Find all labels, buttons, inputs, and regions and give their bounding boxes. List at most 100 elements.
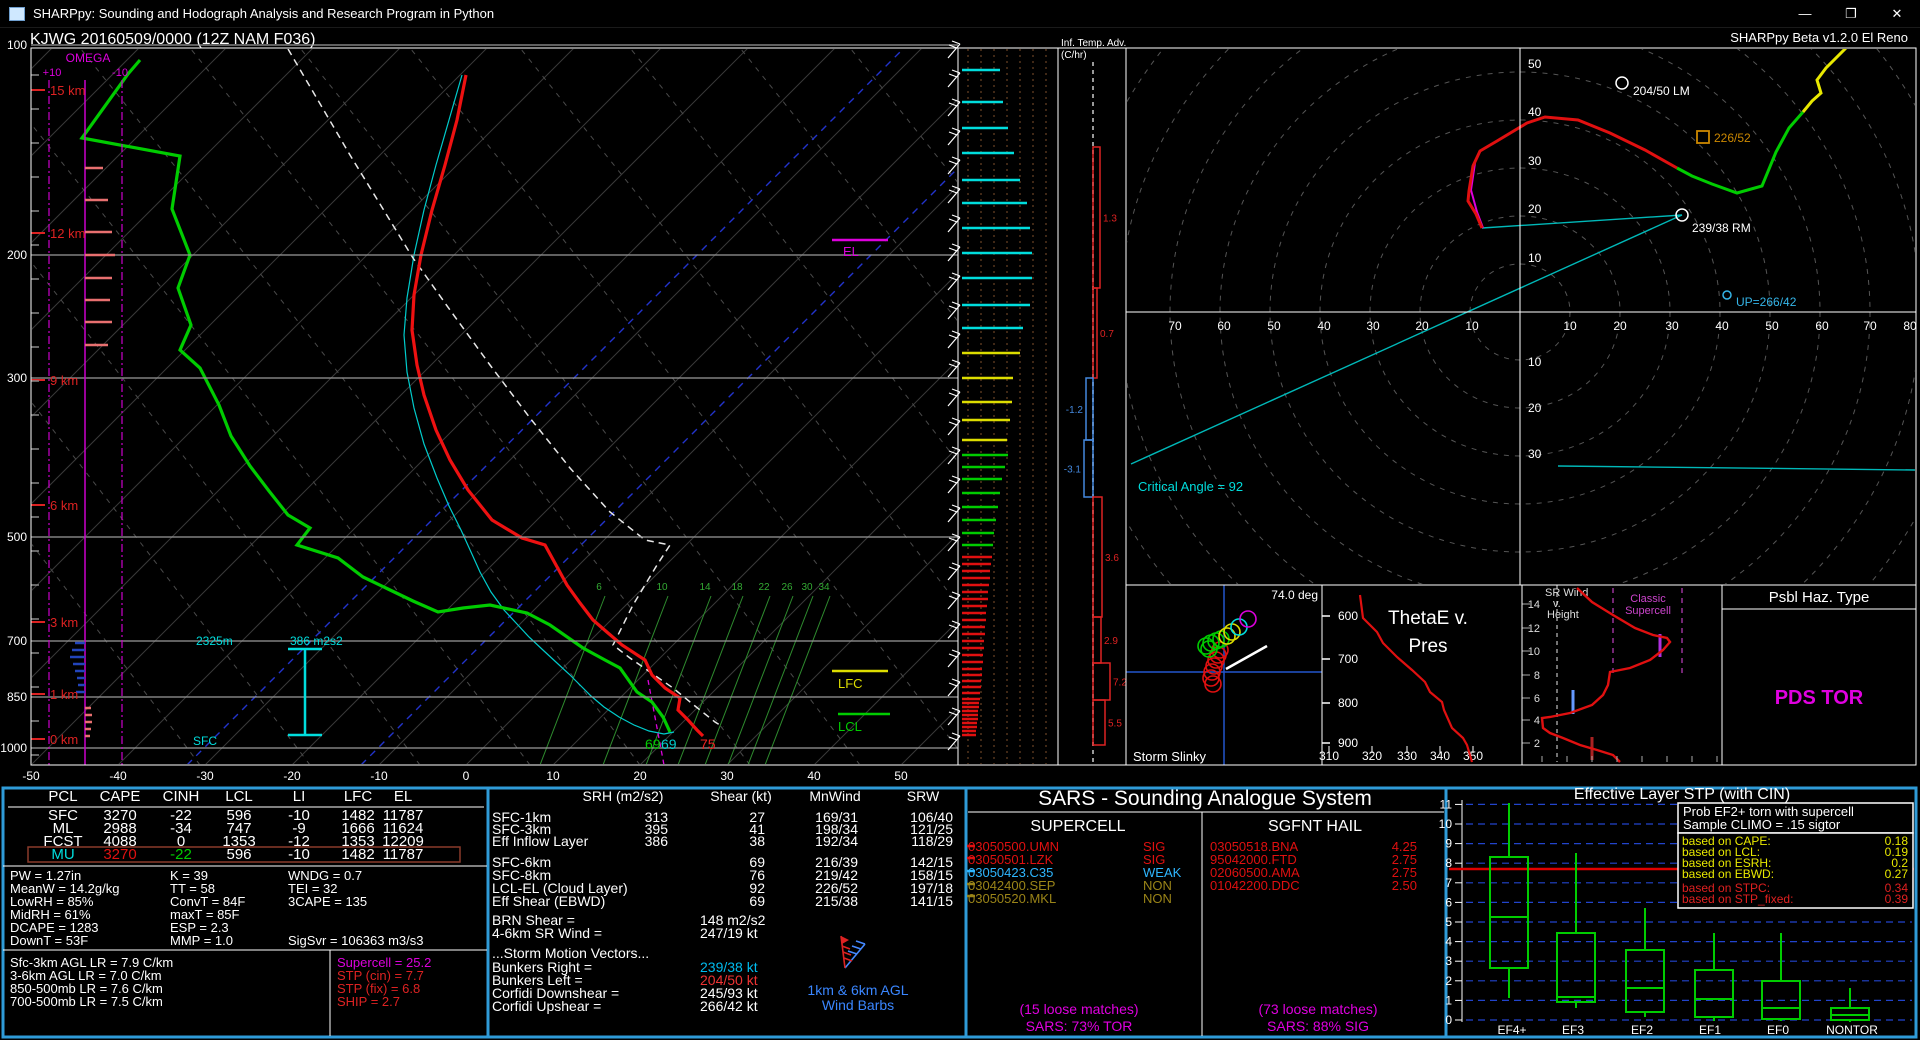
svg-text:12: 12 [1528,623,1540,635]
main-plot: KJWG 20160509/0000 (12Z NAM F036)SHARPpy… [0,27,1920,1040]
svg-text:2.9: 2.9 [1104,636,1118,647]
svg-text:0.7: 0.7 [1100,329,1114,340]
svg-text:4: 4 [1445,935,1452,949]
svg-text:60: 60 [1815,319,1829,333]
svg-text:Storm Slinky: Storm Slinky [1133,749,1206,764]
svg-text:40: 40 [1317,319,1331,333]
skewt-clipped: 610141822263034 [0,48,1920,765]
svg-text:100: 100 [7,38,27,52]
svg-text:-3.1: -3.1 [1064,465,1082,476]
svg-text:DownT = 53F: DownT = 53F [10,933,88,948]
svg-text:-10: -10 [288,846,310,863]
svg-text:Psbl Haz. Type: Psbl Haz. Type [1769,589,1870,606]
svg-text:5: 5 [1445,915,1452,929]
svg-text:6 km: 6 km [50,498,78,513]
svg-text:Shear (kt): Shear (kt) [710,788,771,804]
stp-box-NONTOR: NONTOR [1826,988,1878,1037]
svg-text:EL: EL [843,244,859,259]
svg-text:MU: MU [51,846,74,863]
svg-text:500: 500 [7,530,27,544]
svg-text:60: 60 [1217,319,1231,333]
svg-text:SHARPpy Beta v1.2.0 El Reno: SHARPpy Beta v1.2.0 El Reno [1730,30,1908,45]
sars-supercell-match[interactable]: 03050520.MKLNON [968,891,1172,906]
svg-text:01042200.DDC: 01042200.DDC [1210,878,1300,893]
thetae-panel[interactable]: 600700800900310320330340350ThetaE v.Pres [1319,585,1522,765]
svg-text:10: 10 [1465,319,1479,333]
svg-text:10: 10 [1528,646,1540,658]
hodograph-panel[interactable]: 7060504030201010203040506070805040302010… [1070,27,1920,744]
svg-text:22: 22 [758,582,770,593]
stp-box-EF0: EF0 [1762,933,1800,1037]
app-icon [9,7,25,21]
svg-text:SARS: 73% TOR: SARS: 73% TOR [1026,1018,1133,1034]
svg-text:4: 4 [1534,715,1540,727]
svg-text:239/38 RM: 239/38 RM [1692,221,1751,235]
svg-text:700: 700 [7,634,27,648]
svg-text:PCL: PCL [48,788,77,805]
svg-text:30: 30 [1366,319,1380,333]
svg-text:596: 596 [226,846,251,863]
svg-text:SHIP = 2.7: SHIP = 2.7 [337,994,400,1009]
svg-text:Height: Height [1547,609,1579,621]
svg-text:10: 10 [546,769,560,783]
svg-text:0: 0 [1445,1013,1452,1027]
svg-text:2325m: 2325m [196,634,233,648]
parcel-row-MU[interactable]: MU3270-22596-10148211787 [28,846,460,863]
svg-text:6: 6 [596,582,602,593]
svg-text:LCL: LCL [838,719,862,734]
svg-text:12 km: 12 km [50,226,85,241]
svg-text:LCL: LCL [225,788,253,805]
svg-text:40: 40 [807,769,821,783]
svg-text:4-6km SR Wind =: 4-6km SR Wind = [492,925,602,941]
svg-text:69: 69 [661,736,677,752]
svg-text:11: 11 [1440,797,1453,811]
svg-text:MMP = 1.0: MMP = 1.0 [170,933,233,948]
svg-text:SRH (m2/s2): SRH (m2/s2) [583,788,664,804]
svg-text:2: 2 [1445,974,1452,988]
svg-text:(15 loose matches): (15 loose matches) [1019,1001,1138,1017]
hazard-panel: Psbl Haz. TypePDS TOR [1722,585,1916,765]
svg-text:SARS: 88% SIG: SARS: 88% SIG [1267,1018,1369,1034]
storm-slinky-panel[interactable]: 74.0 degStorm Slinky [1126,585,1322,765]
svg-text:118/29: 118/29 [911,833,953,849]
svg-text:900: 900 [1338,736,1358,750]
svg-text:EF2: EF2 [1631,1023,1653,1037]
svg-text:3.6: 3.6 [1105,553,1119,564]
svg-text:2: 2 [1534,738,1540,750]
svg-text:9 km: 9 km [50,373,78,388]
hodograph-clipped [1070,27,1920,744]
svg-text:700: 700 [1338,652,1358,666]
svg-text:7.2: 7.2 [1113,678,1127,689]
svg-text:14: 14 [699,582,711,593]
maximize-button[interactable]: ❐ [1828,0,1874,27]
srwind-panel[interactable]: 1412108642SR Windv.HeightClassicSupercel… [1522,585,1722,765]
svg-text:Inf. Temp. Adv.: Inf. Temp. Adv. [1061,38,1126,49]
stp-box-EF3: EF3 [1557,853,1595,1037]
close-button[interactable]: ✕ [1874,0,1920,27]
minimize-button[interactable]: — [1782,0,1828,27]
svg-text:50: 50 [1267,319,1281,333]
svg-text:SARS - Sounding Analogue Syste: SARS - Sounding Analogue System [1038,787,1372,810]
svg-text:10: 10 [656,582,668,593]
svg-text:SFC: SFC [193,734,217,748]
svg-text:Pres: Pres [1408,636,1447,657]
svg-text:50: 50 [1765,319,1779,333]
svg-text:1000: 1000 [0,741,27,755]
svg-text:based on STP_fixed:: based on STP_fixed: [1682,892,1793,906]
svg-text:50: 50 [894,769,908,783]
svg-text:OMEGA: OMEGA [66,51,111,65]
svg-text:1.3: 1.3 [1103,214,1117,225]
svg-text:UP=266/42: UP=266/42 [1736,295,1797,309]
svg-text:ThetaE v.: ThetaE v. [1388,608,1468,629]
sars-hail-match[interactable]: 01042200.DDC2.50 [1210,878,1417,893]
sharppy-window: SHARPpy: Sounding and Hodograph Analysis… [0,0,1920,1040]
svg-text:0 km: 0 km [50,732,78,747]
svg-text:SGFNT HAIL: SGFNT HAIL [1268,818,1362,835]
svg-text:7: 7 [1445,876,1452,890]
skewt-panel[interactable]: 6101418222630341002003005007008501000-50… [0,38,1920,783]
svg-text:26: 26 [781,582,793,593]
svg-text:80: 80 [1903,319,1917,333]
svg-text:-10: -10 [112,67,128,79]
svg-text:40: 40 [1528,105,1542,119]
bottom-section-frame [3,788,1916,1037]
